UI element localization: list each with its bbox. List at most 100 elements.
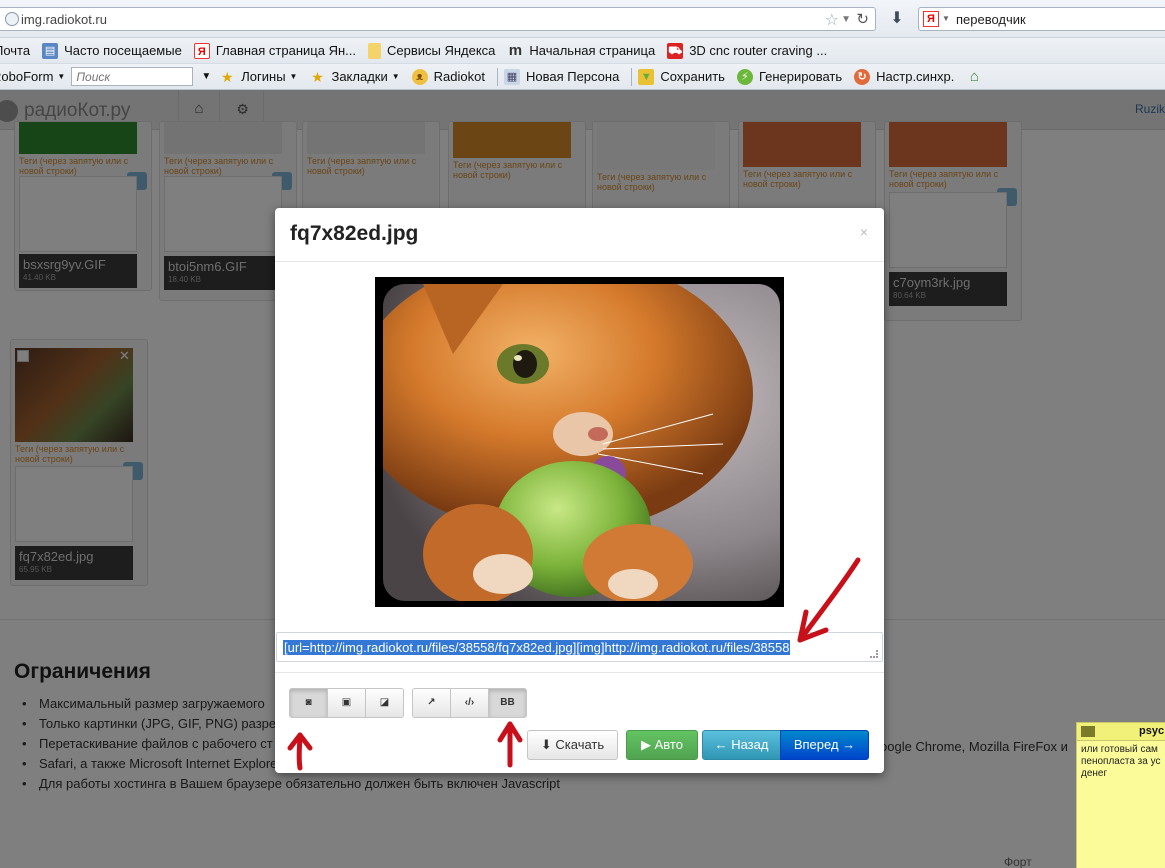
close-icon[interactable]: × bbox=[860, 224, 868, 240]
home-button[interactable]: ⌂ bbox=[966, 67, 988, 85]
generate-icon: ⚡ bbox=[736, 68, 753, 85]
image-preview bbox=[375, 277, 784, 607]
html-code-icon: ‹/› bbox=[464, 697, 475, 708]
new-persona-label: Новая Персона bbox=[525, 69, 620, 84]
search-input[interactable]: переводчик bbox=[956, 12, 1026, 27]
bookmark-label: Сервисы Яндекса bbox=[386, 43, 496, 58]
resize-grip-icon[interactable] bbox=[870, 650, 878, 658]
camera-icon: ◙ bbox=[305, 697, 312, 708]
download-button[interactable]: ⬇ Скачать bbox=[527, 730, 618, 760]
back-button[interactable]: ← Назад bbox=[702, 730, 781, 760]
forward-label: Вперед bbox=[793, 737, 839, 752]
html-button[interactable]: ‹/› bbox=[450, 688, 489, 718]
page-icon: ▤ bbox=[42, 42, 59, 59]
bookmark-label: 3D cnc router craving ... bbox=[689, 43, 828, 58]
persona-card-icon: ▦ bbox=[503, 68, 520, 85]
search-box[interactable]: Я ▼ переводчик bbox=[918, 7, 1165, 31]
auto-button[interactable]: ▶ Авто bbox=[626, 730, 698, 760]
arrow-right-icon: → bbox=[842, 737, 856, 752]
sync-settings-button[interactable]: ↻ Настр.синхр. bbox=[854, 68, 955, 85]
sticky-note-title: psyc bbox=[1139, 725, 1165, 737]
sync-label: Настр.синхр. bbox=[876, 69, 955, 84]
roboform-search-dropdown[interactable]: ▼ bbox=[201, 71, 211, 82]
bookmarks-label: Закладки bbox=[331, 69, 388, 84]
globe-icon bbox=[5, 12, 19, 26]
play-icon: ▶ bbox=[641, 737, 652, 752]
download-icon: ⬇ bbox=[540, 737, 552, 752]
roboform-search-input[interactable] bbox=[71, 67, 194, 86]
cat-face-icon: ᴥ bbox=[411, 68, 428, 85]
logins-label: Логины bbox=[241, 69, 286, 84]
image-icon: ▣ bbox=[341, 697, 352, 708]
dropdown-icon: ▼ bbox=[289, 72, 298, 81]
toolbar-separator bbox=[496, 67, 498, 86]
bbcode-button[interactable]: BB bbox=[488, 688, 527, 718]
home-icon: ⌂ bbox=[969, 67, 979, 85]
bookmark-frequent[interactable]: ▤ Часто посещаемые bbox=[42, 42, 182, 59]
m-icon: m bbox=[508, 41, 523, 59]
selected-code-text[interactable]: [url=http://img.radiokot.ru/files/38558/… bbox=[283, 640, 791, 655]
embed-code-field[interactable]: [url=http://img.radiokot.ru/files/38558/… bbox=[276, 632, 883, 662]
star-icon: ★ bbox=[311, 68, 324, 85]
external-link-icon: ↗ bbox=[427, 697, 436, 708]
reload-icon[interactable]: ↻ bbox=[856, 10, 869, 28]
star-icon: ★ bbox=[220, 68, 234, 85]
bookmark-star-icon[interactable]: ☆ bbox=[825, 10, 839, 30]
bookmark-label: Почта bbox=[0, 43, 31, 58]
generate-button[interactable]: ⚡ Генерировать bbox=[736, 68, 843, 85]
auto-label: Авто bbox=[654, 737, 683, 752]
modal-backdrop-header bbox=[0, 90, 1165, 131]
dropdown-icon: ▼ bbox=[57, 72, 66, 81]
bookmark-label: Начальная страница bbox=[529, 43, 656, 58]
new-persona-button[interactable]: ▦ Новая Персона bbox=[503, 68, 620, 85]
generate-label: Генерировать bbox=[758, 69, 843, 84]
size-button-group: ◙ ▣ ◪ bbox=[289, 688, 404, 718]
bookmark-yandex-services[interactable]: Сервисы Яндекса bbox=[367, 42, 496, 59]
note-icon bbox=[1081, 726, 1095, 737]
history-dropdown-icon[interactable]: ▼ bbox=[841, 14, 851, 25]
sticky-note[interactable]: psyc или готовый сам пенопласта за ус де… bbox=[1076, 722, 1165, 868]
image-preview-modal: fq7x82ed.jpg × [url=http://img.radiokot.… bbox=[275, 208, 884, 773]
download-arrow-icon[interactable]: ⬇ bbox=[886, 9, 908, 29]
sticky-note-header[interactable]: psyc bbox=[1077, 723, 1165, 741]
cat-photo-illustration bbox=[383, 284, 780, 601]
image-button[interactable]: ▣ bbox=[327, 688, 366, 718]
save-button[interactable]: ▼ Сохранить bbox=[638, 68, 725, 85]
sticky-note-body: или готовый сам пенопласта за ус денег bbox=[1081, 744, 1161, 779]
modal-header: fq7x82ed.jpg × bbox=[275, 208, 884, 262]
save-icon: ▼ bbox=[638, 68, 655, 85]
yandex-icon[interactable]: Я bbox=[923, 11, 939, 27]
yandex-icon: Я bbox=[193, 42, 210, 59]
bookmark-yandex-home[interactable]: Я Главная страница Ян... bbox=[193, 42, 356, 59]
address-bar[interactable]: img.radiokot.ru ☆ ▼ ↻ bbox=[0, 7, 876, 31]
sync-icon: ↻ bbox=[854, 68, 871, 85]
link-button[interactable]: ↗ bbox=[412, 688, 451, 718]
small-image-icon: ◪ bbox=[379, 697, 390, 708]
cart-icon: ⛟ bbox=[667, 42, 684, 59]
bookmark-label: Часто посещаемые bbox=[64, 43, 182, 58]
modal-title: fq7x82ed.jpg bbox=[290, 222, 419, 245]
bookmarks-bar: Почта ▤ Часто посещаемые Я Главная стран… bbox=[0, 38, 1165, 64]
roboform-toolbar: RoboForm ▼ ▼ ★ Логины ▼ ★ Закладки ▼ ᴥ R… bbox=[0, 64, 1165, 90]
bookmark-start-page[interactable]: m Начальная страница bbox=[507, 41, 656, 59]
address-text: img.radiokot.ru bbox=[21, 12, 107, 27]
forward-button[interactable]: Вперед → bbox=[780, 730, 869, 760]
dropdown-icon: ▼ bbox=[201, 71, 212, 82]
search-engine-dropdown-icon[interactable]: ▼ bbox=[942, 14, 950, 23]
folder-icon bbox=[367, 42, 381, 59]
roboform-menu[interactable]: RoboForm ▼ bbox=[0, 69, 65, 84]
camera-button[interactable]: ◙ bbox=[289, 688, 328, 718]
radiokot-login[interactable]: ᴥ Radiokot bbox=[411, 68, 485, 85]
bookmarks-menu[interactable]: ★ Закладки ▼ bbox=[309, 69, 399, 85]
logins-menu[interactable]: ★ Логины ▼ bbox=[219, 68, 298, 85]
bookmark-cnc-router[interactable]: ⛟ 3D cnc router craving ... bbox=[667, 42, 828, 59]
format-button-group: ↗ ‹/› BB bbox=[412, 688, 527, 718]
dropdown-icon: ▼ bbox=[391, 72, 400, 81]
arrow-left-icon: ← bbox=[714, 737, 728, 752]
small-image-button[interactable]: ◪ bbox=[365, 688, 404, 718]
modal-footer: ◙ ▣ ◪ ↗ ‹/› BB ⬇ Скачать ▶ Авто ← Назад … bbox=[275, 672, 884, 773]
bookmark-mail[interactable]: Почта bbox=[0, 43, 30, 58]
browser-toolbar: img.radiokot.ru ☆ ▼ ↻ ⬇ Я ▼ переводчик bbox=[0, 0, 1165, 38]
toolbar-separator bbox=[631, 67, 633, 86]
radiokot-label: Radiokot bbox=[433, 69, 485, 84]
